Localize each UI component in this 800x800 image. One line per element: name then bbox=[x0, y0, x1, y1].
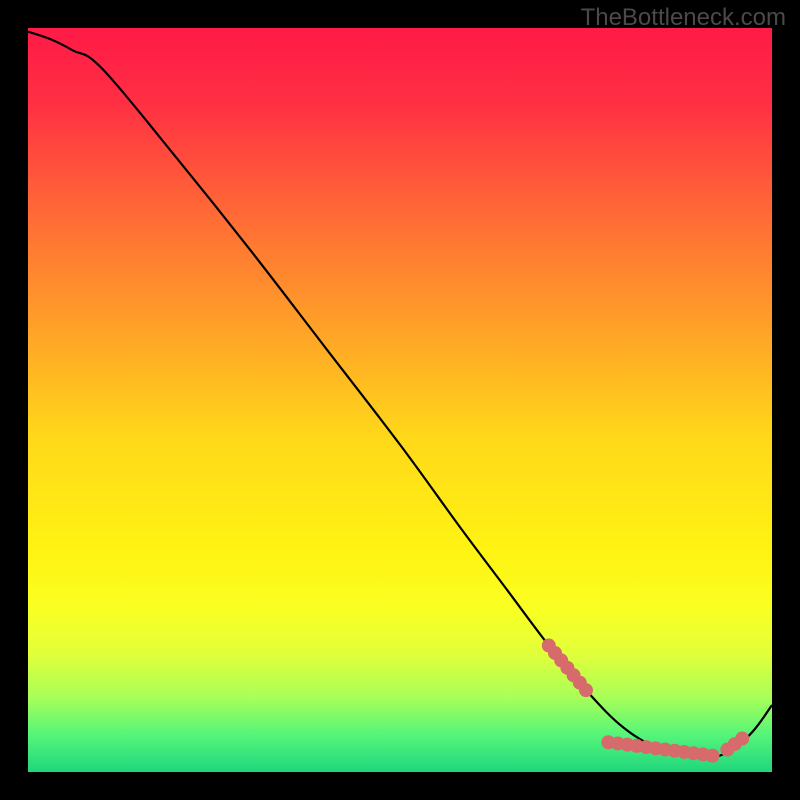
data-marker bbox=[735, 732, 749, 746]
gradient-background bbox=[28, 28, 772, 772]
data-marker bbox=[705, 749, 719, 763]
bottleneck-chart: TheBottleneck.com bbox=[0, 0, 800, 800]
chart-svg bbox=[0, 0, 800, 800]
watermark-text: TheBottleneck.com bbox=[581, 4, 786, 32]
data-marker bbox=[579, 683, 593, 697]
